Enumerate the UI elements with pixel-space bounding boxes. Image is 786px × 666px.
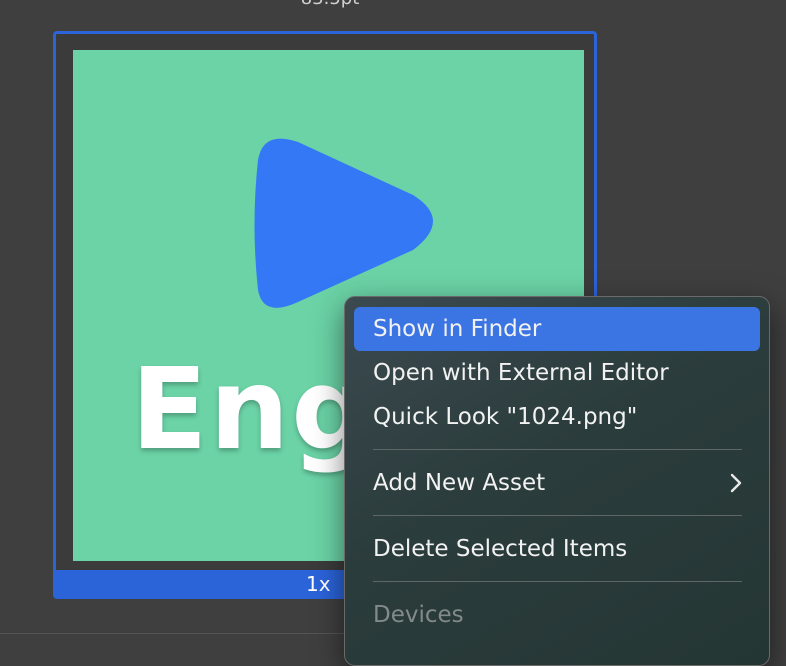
menu-item-add-new-asset[interactable]: Add New Asset [354,461,760,505]
scale-label: 1x [306,572,331,596]
menu-item-label: Show in Finder [373,316,542,342]
menu-item-label: Delete Selected Items [373,536,628,562]
menu-item-show-in-finder[interactable]: Show in Finder [354,307,760,351]
menu-separator [373,581,742,582]
menu-item-open-with-external-editor[interactable]: Open with External Editor [354,351,760,395]
menu-item-label: Quick Look "1024.png" [373,404,638,430]
chevron-right-icon [730,473,742,493]
menu-separator [373,515,742,516]
size-label: 83.5pt [270,0,390,9]
menu-item-quick-look[interactable]: Quick Look "1024.png" [354,395,760,439]
menu-section-devices: Devices [354,593,760,637]
menu-item-label: Devices [373,602,464,628]
context-menu: Show in Finder Open with External Editor… [344,296,770,666]
divider-line [0,633,344,634]
menu-item-label: Open with External Editor [373,360,669,386]
menu-separator [373,449,742,450]
menu-item-label: Add New Asset [373,470,546,496]
menu-item-delete-selected-items[interactable]: Delete Selected Items [354,527,760,571]
